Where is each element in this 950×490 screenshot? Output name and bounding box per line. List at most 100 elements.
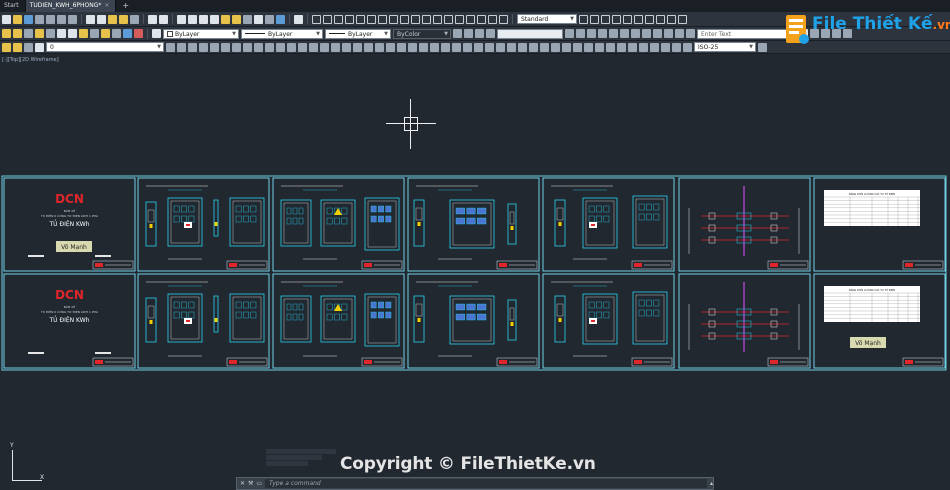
- cabinet-door: [283, 202, 309, 244]
- title-block-mark: [770, 263, 778, 267]
- meter-window: [370, 301, 377, 309]
- cabinet-outline: [582, 197, 618, 249]
- meter-window: [477, 217, 487, 225]
- side-panel: [509, 307, 515, 321]
- title-block-mark: [770, 360, 778, 364]
- pickbox: [404, 117, 418, 131]
- nameplate-mark: [591, 320, 595, 322]
- ucs-y-axis: [12, 450, 13, 480]
- sheet-border: [137, 273, 270, 369]
- meter-window: [596, 215, 602, 223]
- meter-window: [466, 303, 476, 311]
- cabinet-door: [283, 298, 309, 340]
- title-block-mark: [634, 263, 642, 267]
- logo-text: File Thiết Kế.vn: [812, 14, 950, 34]
- cabinet-outline: [213, 295, 219, 333]
- meter-window: [286, 303, 292, 311]
- meter-window: [292, 207, 298, 215]
- meter-window: [235, 301, 242, 309]
- sheet-border: [137, 177, 270, 272]
- side-panel: [415, 303, 423, 317]
- meter-window: [250, 311, 257, 319]
- meter-window: [653, 213, 660, 221]
- wrench-icon[interactable]: ⚒: [248, 480, 253, 487]
- command-input[interactable]: Type a command: [265, 479, 707, 488]
- cabinet-outline: [213, 199, 219, 237]
- chevron-up-icon[interactable]: ▴: [710, 480, 713, 487]
- side-panel: [556, 207, 564, 221]
- meter-window: [188, 311, 195, 319]
- meter-window: [292, 217, 298, 225]
- recent-commands-icon[interactable]: ▭: [256, 480, 262, 487]
- lock-handle: [558, 222, 562, 226]
- lock-handle: [417, 222, 421, 226]
- text-bar: [95, 352, 111, 354]
- lock-handle: [149, 320, 153, 324]
- text-bar: [28, 352, 44, 354]
- logo-icon: [786, 15, 809, 44]
- meter-window: [243, 215, 249, 223]
- cabinet-outline: [320, 295, 356, 343]
- meter-window: [378, 215, 384, 223]
- meter-window: [235, 205, 242, 213]
- meter-window: [341, 207, 348, 215]
- side-panel: [147, 305, 155, 319]
- meter-window: [181, 311, 187, 319]
- side-panel: [509, 211, 515, 225]
- meter-window: [385, 311, 392, 319]
- title-block-mark: [95, 360, 103, 364]
- meter-window: [243, 205, 249, 213]
- sheet-border: [407, 273, 540, 369]
- meter-window: [466, 313, 476, 321]
- meter-window: [477, 207, 487, 215]
- meter-window: [646, 213, 652, 221]
- meter-window: [334, 313, 340, 321]
- meter-window: [385, 215, 392, 223]
- cabinet-outline: [364, 293, 400, 347]
- meter-window: [173, 215, 180, 223]
- meter-window: [603, 215, 610, 223]
- autocad-window: Start TUDIEN_KWH_6PHONG* × + Standard ▼ …: [0, 0, 950, 490]
- meter-window: [173, 311, 180, 319]
- meter-window: [466, 217, 476, 225]
- close-icon[interactable]: ✕: [240, 480, 245, 487]
- meter-window: [243, 311, 249, 319]
- sheet-small-caption: BẢN VẼ: [64, 208, 75, 213]
- nameplate-mark: [186, 224, 190, 226]
- meter-window: [603, 301, 610, 309]
- meter-window: [298, 313, 304, 321]
- meter-window: [173, 301, 180, 309]
- meter-window: [477, 313, 487, 321]
- author-stamp: Võ Mạnh: [61, 244, 87, 251]
- meter-window: [378, 205, 384, 213]
- meter-window: [181, 215, 187, 223]
- model-space-canvas[interactable]: DCNBẢN VẼTỦ ĐIỆN 6 CÔNG TƠ ĐIỆN KWH 1 PH…: [0, 0, 950, 490]
- title-block-mark: [229, 263, 237, 267]
- sheet-title: TỦ ĐIỆN KWh: [48, 220, 89, 228]
- meter-window: [596, 301, 602, 309]
- meter-window: [370, 205, 377, 213]
- meter-window: [455, 217, 465, 225]
- drawing-sheets: DCNBẢN VẼTỦ ĐIỆN 6 CÔNG TƠ ĐIỆN KWH 1 PH…: [1, 175, 947, 371]
- side-panel: [415, 207, 423, 221]
- meter-window: [385, 301, 392, 309]
- ucs-x-axis: [12, 480, 42, 481]
- warning-sign: [334, 208, 342, 215]
- meter-window: [341, 313, 348, 321]
- ucs-y-label: Y: [10, 442, 14, 449]
- meter-window: [638, 213, 645, 221]
- lock-handle: [510, 322, 514, 326]
- sheet-border: [407, 177, 540, 272]
- cabinet-outline: [632, 291, 668, 345]
- meter-window: [603, 311, 610, 319]
- meter-window: [653, 309, 660, 317]
- meter-window: [588, 301, 595, 309]
- cabinet-door: [635, 294, 665, 342]
- meter-window: [385, 205, 392, 213]
- meter-window: [378, 301, 384, 309]
- meter-window: [638, 309, 645, 317]
- title-block-mark: [364, 263, 372, 267]
- sheet-subtitle: TỦ ĐIỆN 6 CÔNG TƠ ĐIỆN KWH 1 PHA: [40, 213, 99, 218]
- sheet-border: [272, 273, 405, 369]
- meter-window: [646, 309, 652, 317]
